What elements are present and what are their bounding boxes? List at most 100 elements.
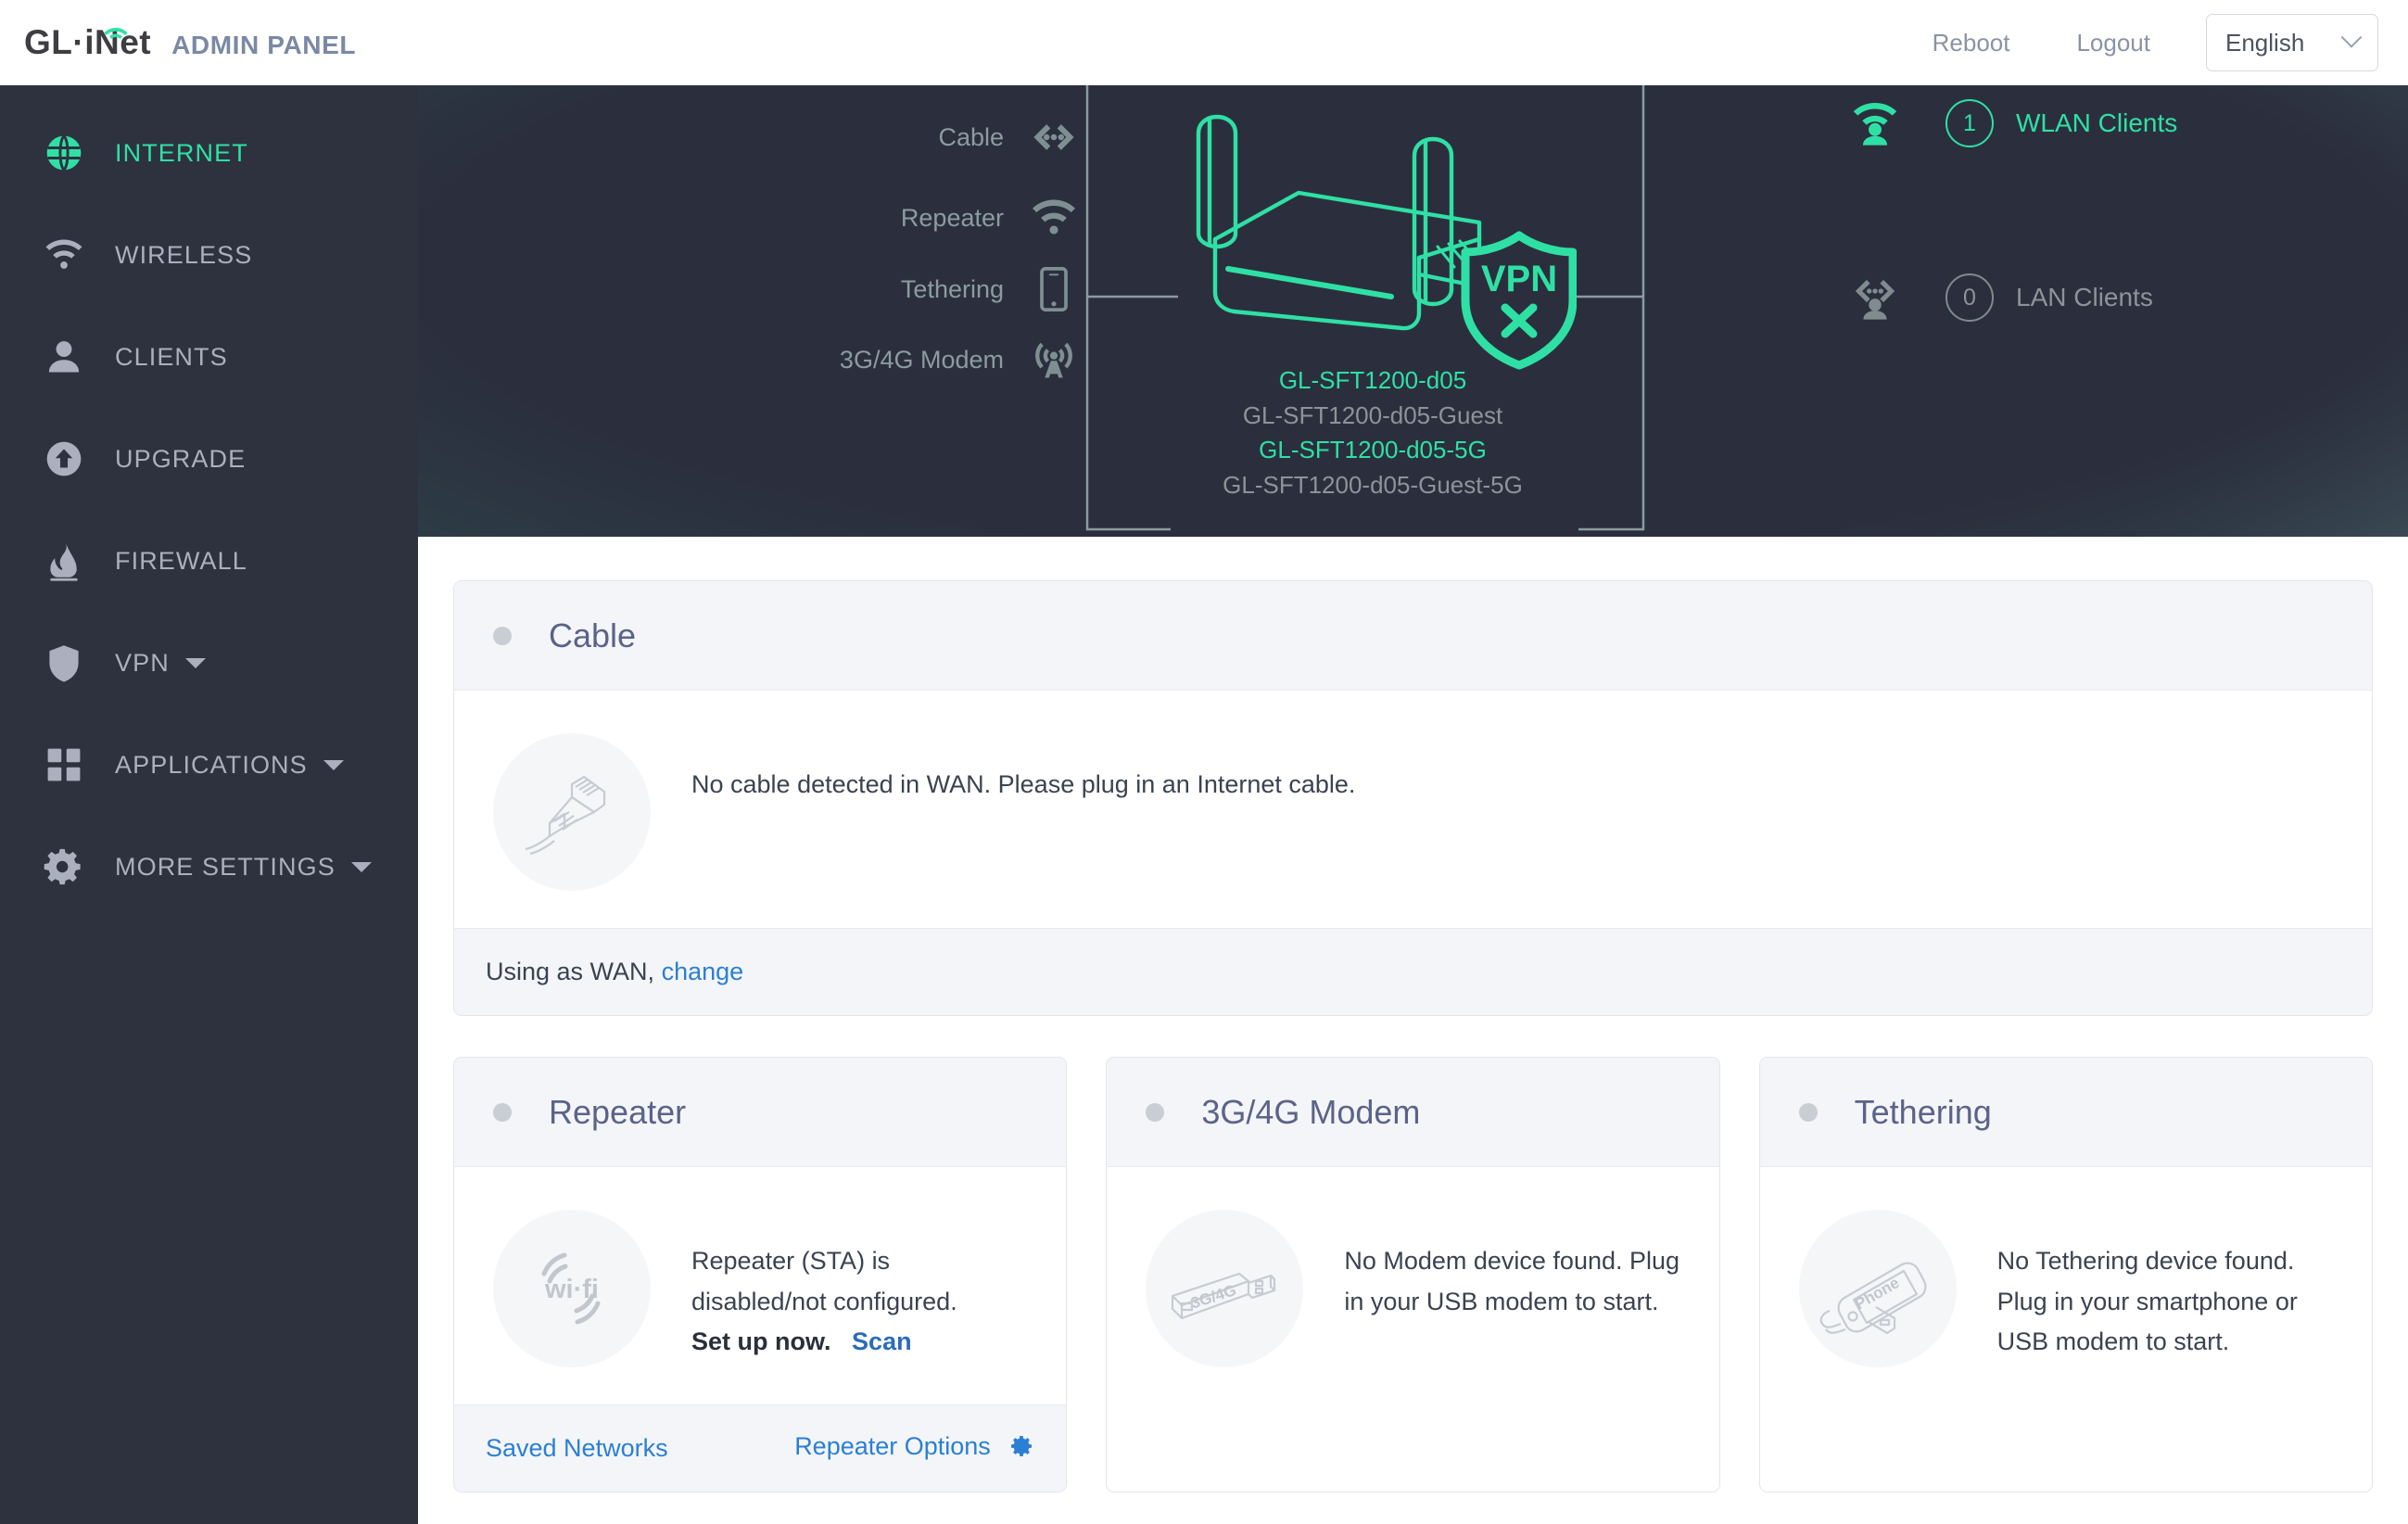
repeater-options-link[interactable]: Repeater Options bbox=[794, 1432, 1034, 1465]
sidebar-item-internet[interactable]: INTERNET bbox=[0, 102, 418, 204]
topology-right-connector bbox=[1577, 85, 1645, 531]
modem-card-title: 3G/4G Modem bbox=[1201, 1092, 1421, 1131]
wan-source-3g-4g-modem[interactable]: 3G/4G Modem bbox=[431, 334, 1080, 386]
client-counter-wlan[interactable]: 1 WLAN Clients bbox=[1845, 96, 2177, 150]
wifi-logo-icon: wi·fi bbox=[493, 1210, 651, 1367]
cable-footer-text: Using as WAN, bbox=[486, 958, 655, 985]
sidebar-item-clients[interactable]: CLIENTS bbox=[0, 306, 418, 408]
wifi-icon bbox=[41, 232, 87, 278]
client-counters: 1 WLAN Clients 0 LAN Clients bbox=[1688, 85, 2337, 537]
logo-wifi-icon bbox=[103, 11, 129, 39]
tethering-card-title: Tethering bbox=[1854, 1092, 1992, 1131]
svg-text:VPN: VPN bbox=[1481, 259, 1557, 299]
header-actions: Reboot Logout English bbox=[1899, 14, 2408, 71]
status-dot bbox=[493, 626, 512, 645]
wan-source-cable[interactable]: Cable bbox=[431, 111, 1080, 163]
cable-change-link[interactable]: change bbox=[662, 958, 744, 986]
wan-source-label: Tethering bbox=[900, 274, 1004, 303]
tethering-card-body: Phone No Tethering device found. Plug in… bbox=[1760, 1167, 2372, 1404]
status-dot bbox=[1146, 1102, 1165, 1122]
sidebar-item-vpn[interactable]: VPN bbox=[0, 612, 418, 714]
saved-networks-link[interactable]: Saved Networks bbox=[486, 1434, 668, 1463]
repeater-card-footer: Saved Networks Repeater Options bbox=[454, 1404, 1067, 1492]
logout-button[interactable]: Logout bbox=[2043, 29, 2184, 57]
wan-options-row: Repeater wi·fi Repeater (STA) is disable… bbox=[453, 1057, 2373, 1492]
language-select[interactable]: English bbox=[2206, 14, 2378, 71]
modem-card: 3G/4G Modem 3G/4G No Modem device found.… bbox=[1106, 1057, 1720, 1492]
sidebar-item-firewall[interactable]: FIREWALL bbox=[0, 510, 418, 612]
gear-icon bbox=[1010, 1434, 1034, 1465]
repeater-card-title: Repeater bbox=[549, 1092, 687, 1131]
cable-card-body: No cable detected in WAN. Please plug in… bbox=[454, 691, 2372, 928]
cable-card-title: Cable bbox=[549, 616, 637, 654]
wifi-icon bbox=[1028, 192, 1080, 244]
gear-icon bbox=[41, 844, 87, 890]
sidebar-item-wireless[interactable]: WIRELESS bbox=[0, 204, 418, 306]
wan-source-label: Repeater bbox=[900, 203, 1004, 232]
repeater-cta-text: Set up now. bbox=[691, 1327, 831, 1356]
repeater-options-label: Repeater Options bbox=[794, 1432, 991, 1460]
brand-primary-text: GL·iNet bbox=[24, 23, 152, 61]
modem-card-body: 3G/4G No Modem device found. Plug in you… bbox=[1107, 1167, 1718, 1404]
sidebar-item-label: WIRELESS bbox=[115, 240, 253, 269]
repeater-message-line1: Repeater (STA) is bbox=[691, 1247, 891, 1275]
modem-card-message: No Modem device found. Plug in your USB … bbox=[1344, 1247, 1680, 1315]
ssid-active: GL-SFT1200-d05-5G bbox=[1259, 436, 1487, 464]
chevron-down-icon bbox=[350, 861, 372, 872]
flame-icon bbox=[41, 538, 87, 584]
grid-icon bbox=[41, 742, 87, 788]
repeater-card-message: Repeater (STA) is disabled/not configure… bbox=[691, 1210, 957, 1363]
upload-icon bbox=[41, 436, 87, 482]
tethering-card-header: Tethering bbox=[1759, 1058, 2372, 1167]
sidebar-item-label: UPGRADE bbox=[115, 444, 247, 473]
wan-source-label: 3G/4G Modem bbox=[839, 345, 1004, 374]
sidebar-item-applications[interactable]: APPLICATIONS bbox=[0, 714, 418, 816]
client-count-badge: 0 bbox=[1945, 273, 1994, 322]
sidebar-item-label: MORE SETTINGS bbox=[115, 852, 336, 881]
internet-main-content: Cable No cable detected in WAN. Please p… bbox=[418, 537, 2408, 1524]
lan-client-icon bbox=[1845, 271, 1905, 324]
usb-modem-icon: 3G/4G bbox=[1146, 1210, 1304, 1367]
sidebar-item-label: VPN bbox=[115, 648, 170, 677]
tethering-card: Tethering Phone No Tethering device foun… bbox=[1758, 1057, 2373, 1492]
chevron-down-icon bbox=[184, 657, 206, 668]
phone-icon bbox=[1028, 263, 1080, 315]
sidebar-item-label: FIREWALL bbox=[115, 546, 247, 575]
modem-card-header: 3G/4G Modem bbox=[1107, 1058, 1719, 1167]
sidebar-item-more-settings[interactable]: MORE SETTINGS bbox=[0, 816, 418, 918]
ssid-active: GL-SFT1200-d05 bbox=[1278, 366, 1467, 394]
chevron-down-icon bbox=[2340, 27, 2363, 48]
repeater-card-body: wi·fi Repeater (STA) is disabled/not con… bbox=[454, 1167, 1066, 1404]
repeater-message-line2: disabled/not configured. bbox=[691, 1287, 957, 1315]
repeater-card-header: Repeater bbox=[454, 1058, 1067, 1167]
wlan-client-icon bbox=[1845, 96, 1905, 150]
network-topology-hero: Cable Repeater Tethering 3G/4G Modem VPN… bbox=[418, 85, 2408, 537]
shield-icon bbox=[41, 640, 87, 686]
svg-text:wi·fi: wi·fi bbox=[544, 1275, 599, 1304]
cable-card-footer: Using as WAN, change bbox=[454, 928, 2372, 1015]
sidebar-item-label: APPLICATIONS bbox=[115, 750, 308, 779]
user-icon bbox=[41, 334, 87, 380]
lan-icon bbox=[1028, 111, 1080, 163]
wan-source-tethering[interactable]: Tethering bbox=[431, 263, 1080, 315]
client-count-label: LAN Clients bbox=[2016, 283, 2153, 311]
tethering-card-message: No Tethering device found. Plug in your … bbox=[1996, 1247, 2298, 1356]
cable-card-message: No cable detected in WAN. Please plug in… bbox=[691, 770, 1356, 798]
wan-source-list: Cable Repeater Tethering 3G/4G Modem bbox=[418, 85, 1150, 537]
sidebar-nav: INTERNET WIRELESS CLIENTS UPGRADE FIREWALL VP… bbox=[0, 85, 418, 1524]
sidebar-item-label: CLIENTS bbox=[115, 342, 228, 371]
vpn-shield-icon: VPN bbox=[1461, 231, 1578, 370]
client-counter-lan[interactable]: 0 LAN Clients bbox=[1845, 271, 2153, 324]
admin-panel-title: ADMIN PANEL bbox=[171, 31, 357, 59]
wan-source-repeater[interactable]: Repeater bbox=[431, 192, 1080, 244]
sidebar-item-upgrade[interactable]: UPGRADE bbox=[0, 408, 418, 510]
brand-logo-group: GL·iNet ADMIN PANEL bbox=[0, 23, 356, 62]
status-dot bbox=[493, 1102, 512, 1122]
client-count-badge: 1 bbox=[1945, 99, 1994, 147]
repeater-scan-link[interactable]: Scan bbox=[852, 1327, 912, 1355]
chevron-down-icon bbox=[323, 759, 344, 770]
reboot-button[interactable]: Reboot bbox=[1899, 29, 2044, 57]
cell-tower-icon bbox=[1028, 334, 1080, 386]
ssid-inactive: GL-SFT1200-d05-Guest bbox=[1242, 400, 1503, 429]
ssid-list: GL-SFT1200-d05 GL-SFT1200-d05-Guest GL-SFT… bbox=[1132, 363, 1614, 503]
